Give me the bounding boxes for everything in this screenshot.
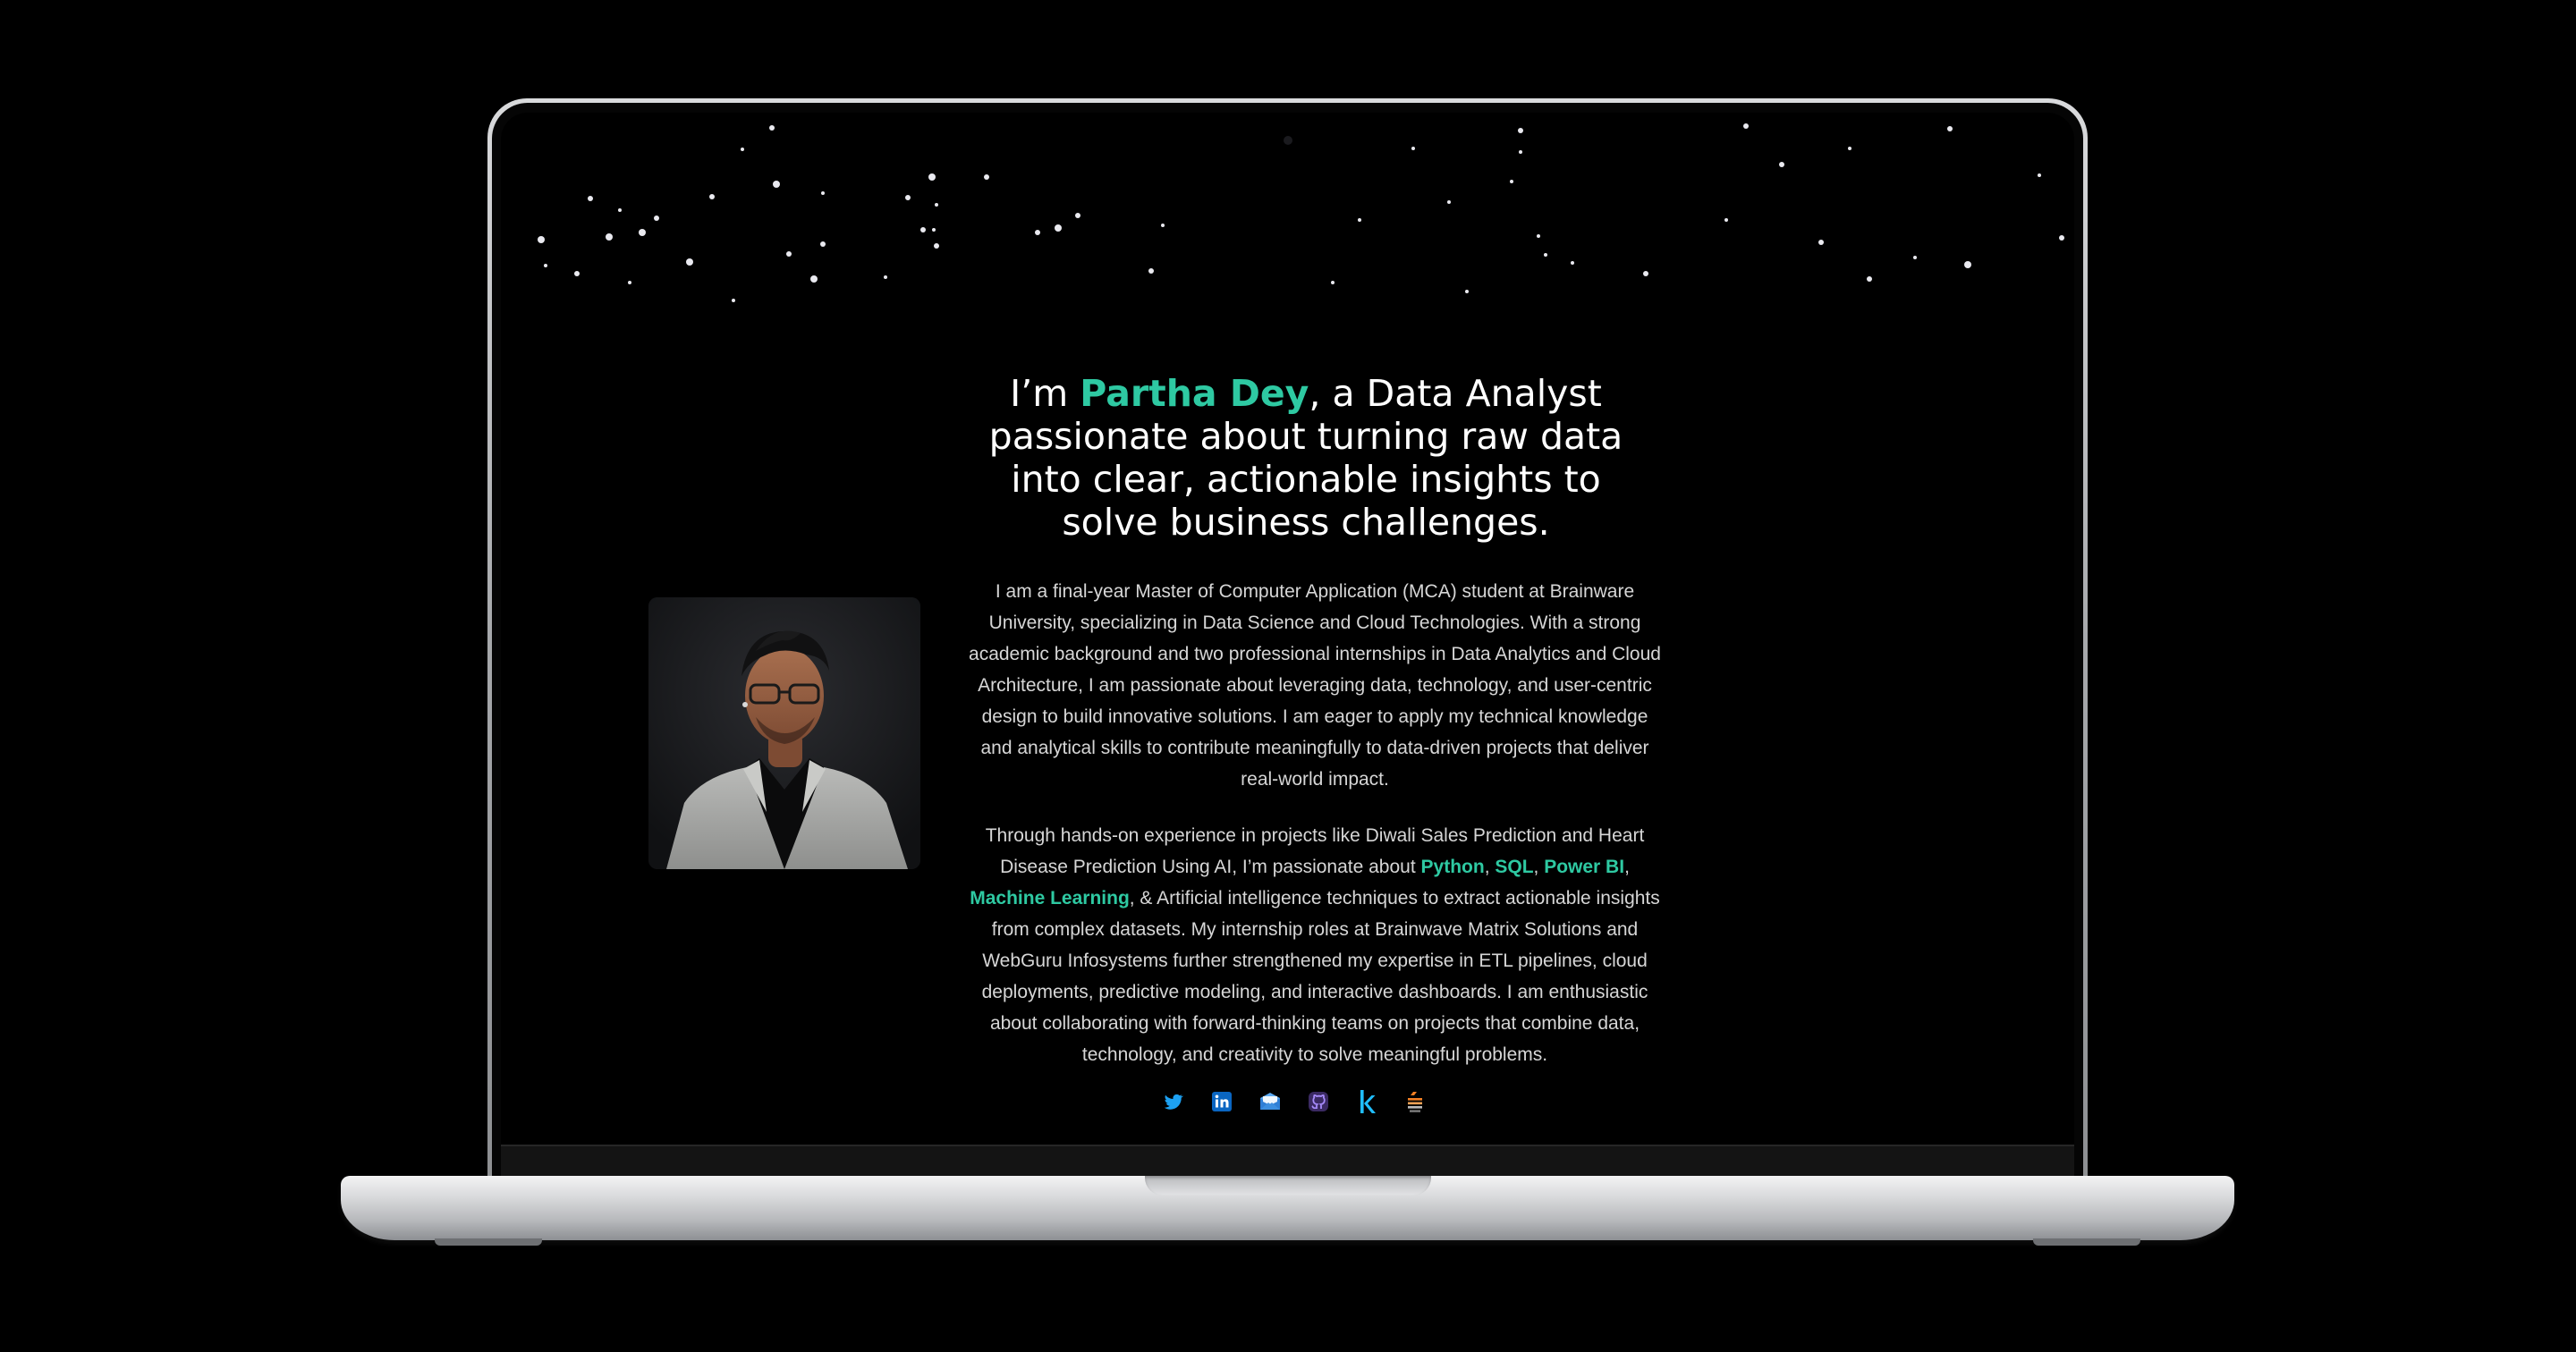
- laptop-foot-right: [2033, 1238, 2140, 1246]
- laptop-mockup: I’m Partha Dey, a Data Analyst passionat…: [0, 0, 2576, 1352]
- hero-heading: I’m Partha Dey, a Data Analyst passionat…: [966, 372, 1646, 544]
- profile-photo-illustration: [648, 597, 920, 869]
- skill-power-bi: Power BI: [1544, 857, 1625, 877]
- laptop-opening-notch: [1144, 1176, 1431, 1196]
- github-link[interactable]: [1307, 1090, 1330, 1113]
- laptop-foot-left: [435, 1238, 542, 1246]
- skill-separator: ,: [1533, 857, 1545, 877]
- skill-sql: SQL: [1495, 857, 1534, 877]
- skill-python: Python: [1420, 857, 1485, 877]
- hero-title-prefix: I’m: [1010, 372, 1080, 415]
- about-paragraph-2: Through hands-on experience in projects …: [966, 820, 1664, 1070]
- kaggle-icon: [1360, 1090, 1376, 1113]
- laptop-base: [341, 1176, 2234, 1240]
- email-link[interactable]: [1258, 1090, 1282, 1113]
- about-paragraph-1: I am a final-year Master of Computer App…: [969, 581, 1661, 790]
- social-links: [501, 1084, 2074, 1120]
- skill-machine-learning: Machine Learning: [970, 888, 1130, 908]
- linkedin-link[interactable]: [1210, 1090, 1233, 1113]
- hero-name: Partha Dey: [1080, 372, 1309, 415]
- stackoverflow-link[interactable]: [1403, 1090, 1427, 1113]
- linkedin-icon: [1211, 1092, 1232, 1111]
- stackoverflow-icon: [1407, 1092, 1422, 1112]
- laptop-screen: I’m Partha Dey, a Data Analyst passionat…: [501, 113, 2074, 1182]
- laptop-bezel: I’m Partha Dey, a Data Analyst passionat…: [492, 103, 2083, 1182]
- about-p2-rest: , & Artificial intelligence techniques t…: [981, 888, 1660, 1065]
- laptop-lid: I’m Partha Dey, a Data Analyst passionat…: [487, 98, 2088, 1182]
- skill-separator: ,: [1624, 857, 1630, 877]
- twitter-icon: [1164, 1094, 1183, 1110]
- profile-photo: [648, 597, 920, 869]
- starfield-background: [538, 123, 2064, 302]
- mail-icon: [1259, 1093, 1280, 1110]
- github-icon: [1308, 1092, 1328, 1111]
- kaggle-link[interactable]: [1355, 1090, 1378, 1113]
- about-section: I am a final-year Master of Computer App…: [966, 576, 1664, 1070]
- twitter-link[interactable]: [1162, 1090, 1185, 1113]
- skill-separator: ,: [1484, 857, 1496, 877]
